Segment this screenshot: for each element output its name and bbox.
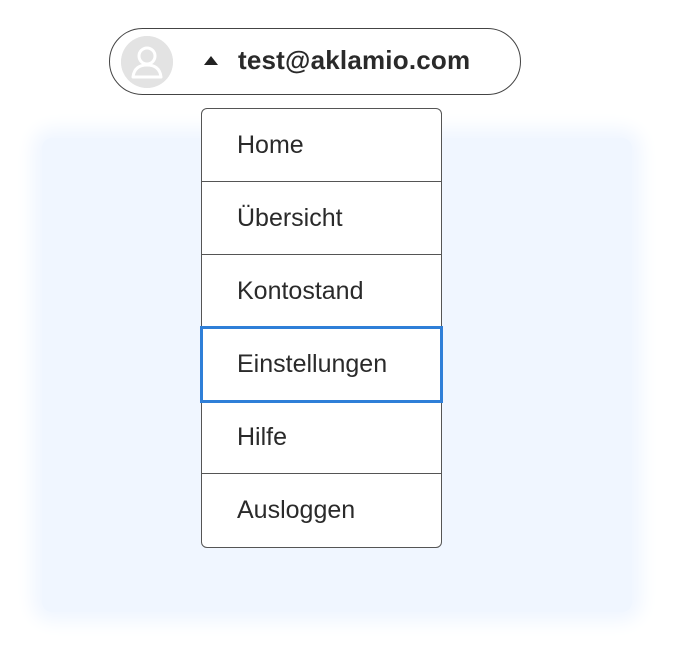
menu-item-einstellungen[interactable]: Einstellungen (200, 326, 443, 403)
user-dropdown-menu: Home Übersicht Kontostand Einstellungen … (200, 108, 443, 548)
menu-item-uebersicht[interactable]: Übersicht (202, 182, 441, 255)
menu-item-hilfe[interactable]: Hilfe (202, 401, 441, 474)
menu-item-kontostand[interactable]: Kontostand (202, 255, 441, 328)
caret-up-icon (204, 56, 218, 65)
menu-item-ausloggen[interactable]: Ausloggen (202, 474, 441, 547)
user-email: test@aklamio.com (238, 45, 471, 75)
user-avatar-icon (121, 36, 173, 88)
menu-item-home[interactable]: Home (202, 109, 441, 182)
user-menu-toggle[interactable]: test@aklamio.com (109, 28, 521, 95)
